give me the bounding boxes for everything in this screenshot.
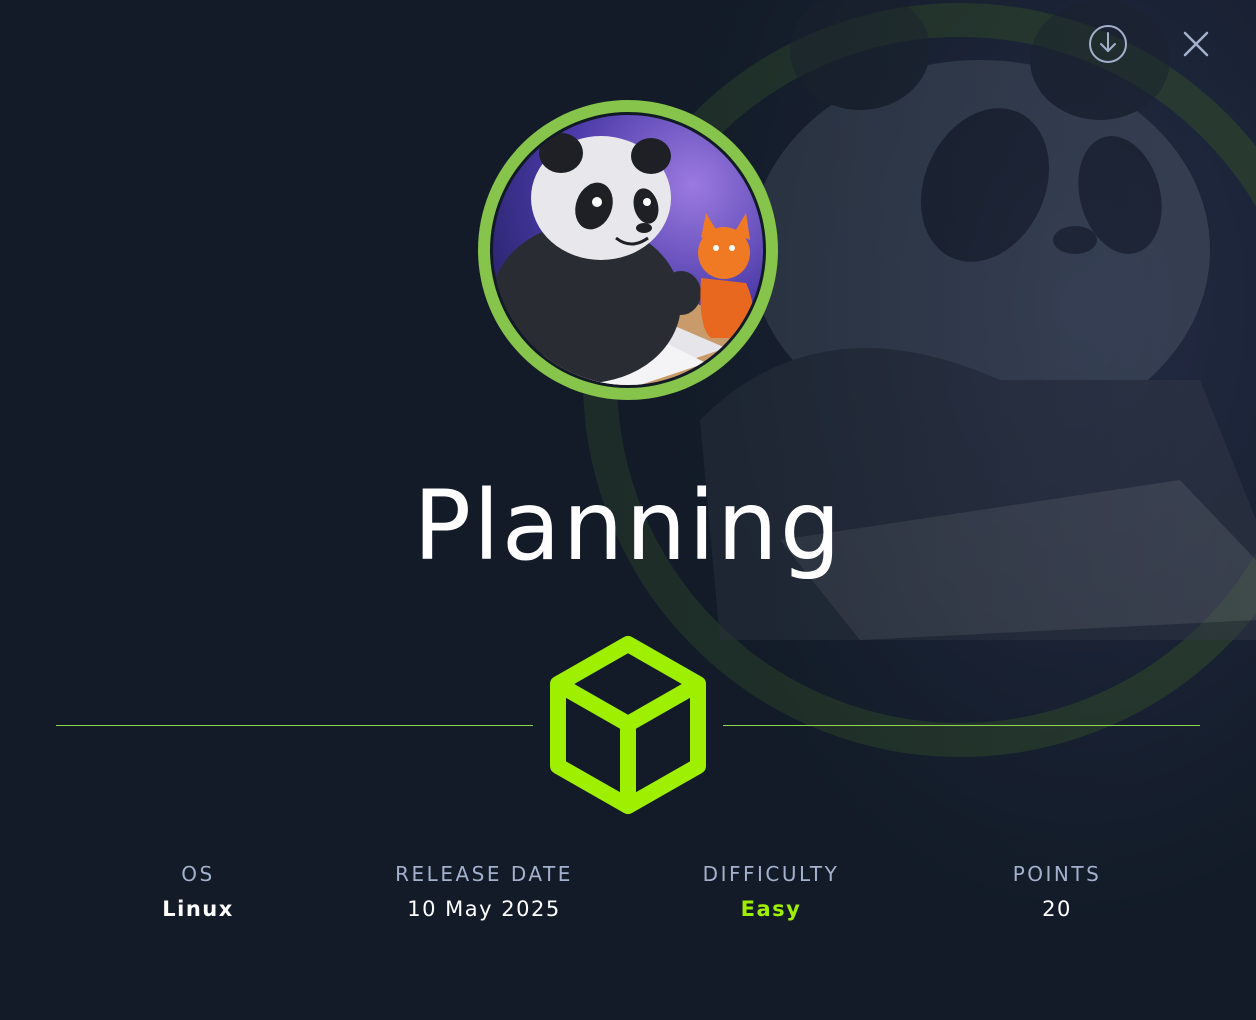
stat-release-date: RELEASE DATE 10 May 2025 (354, 860, 614, 924)
machine-avatar (478, 100, 778, 400)
download-icon (1089, 25, 1127, 63)
machine-stats: OS Linux RELEASE DATE 10 May 2025 DIFFIC… (0, 860, 1256, 940)
close-icon (1183, 31, 1209, 57)
download-button[interactable] (1086, 22, 1130, 66)
stat-points-label: POINTS (1012, 862, 1102, 886)
close-button[interactable] (1174, 22, 1218, 66)
top-actions (1086, 22, 1218, 66)
divider-left (56, 725, 533, 726)
stat-release-date-label: RELEASE DATE (395, 862, 573, 886)
divider-right (723, 725, 1200, 726)
stat-points: POINTS 20 (927, 860, 1187, 924)
cube-icon (550, 636, 706, 814)
stat-difficulty-value: Easy (740, 897, 802, 921)
stat-release-date-value: 10 May 2025 (407, 897, 561, 921)
machine-info-modal: Planning OS Linux RELEASE DATE 10 May 20… (0, 0, 1256, 1020)
stat-os-label: OS (181, 862, 215, 886)
stat-difficulty: DIFFICULTY Easy (641, 860, 901, 924)
stat-os-value: Linux (162, 897, 234, 921)
machine-title: Planning (413, 470, 843, 582)
stat-points-value: 20 (1042, 897, 1072, 921)
stat-os: OS Linux (68, 860, 328, 924)
stat-difficulty-label: DIFFICULTY (702, 862, 840, 886)
